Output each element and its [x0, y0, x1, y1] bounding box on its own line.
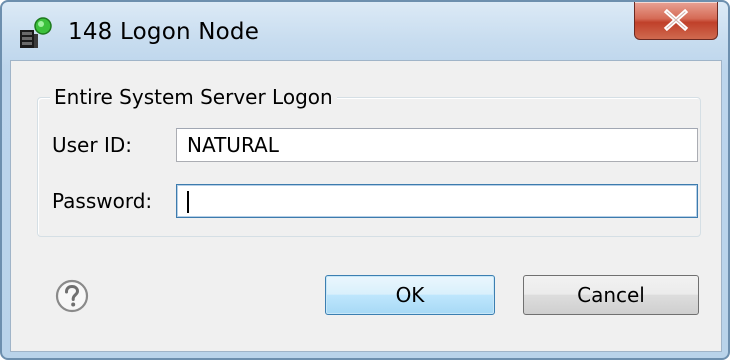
close-icon — [663, 9, 689, 31]
logon-dialog: 148 Logon Node Entire System Server Logo… — [0, 0, 730, 360]
text-caret — [187, 191, 189, 213]
ok-button[interactable]: OK — [325, 275, 495, 315]
cancel-button[interactable]: Cancel — [523, 275, 699, 315]
logon-group: Entire System Server Logon User ID: Pass… — [37, 84, 701, 237]
group-title: Entire System Server Logon — [50, 84, 337, 110]
password-input[interactable] — [176, 184, 698, 218]
title-bar[interactable]: 148 Logon Node — [2, 2, 728, 62]
user-id-input[interactable] — [176, 128, 698, 162]
password-label: Password: — [52, 189, 153, 213]
dialog-content: Entire System Server Logon User ID: Pass… — [10, 60, 722, 352]
question-mark-icon[interactable] — [55, 279, 89, 313]
natural-node-icon — [18, 16, 54, 52]
user-id-label: User ID: — [52, 133, 132, 157]
window-title: 148 Logon Node — [68, 19, 260, 45]
close-button[interactable] — [634, 2, 718, 40]
